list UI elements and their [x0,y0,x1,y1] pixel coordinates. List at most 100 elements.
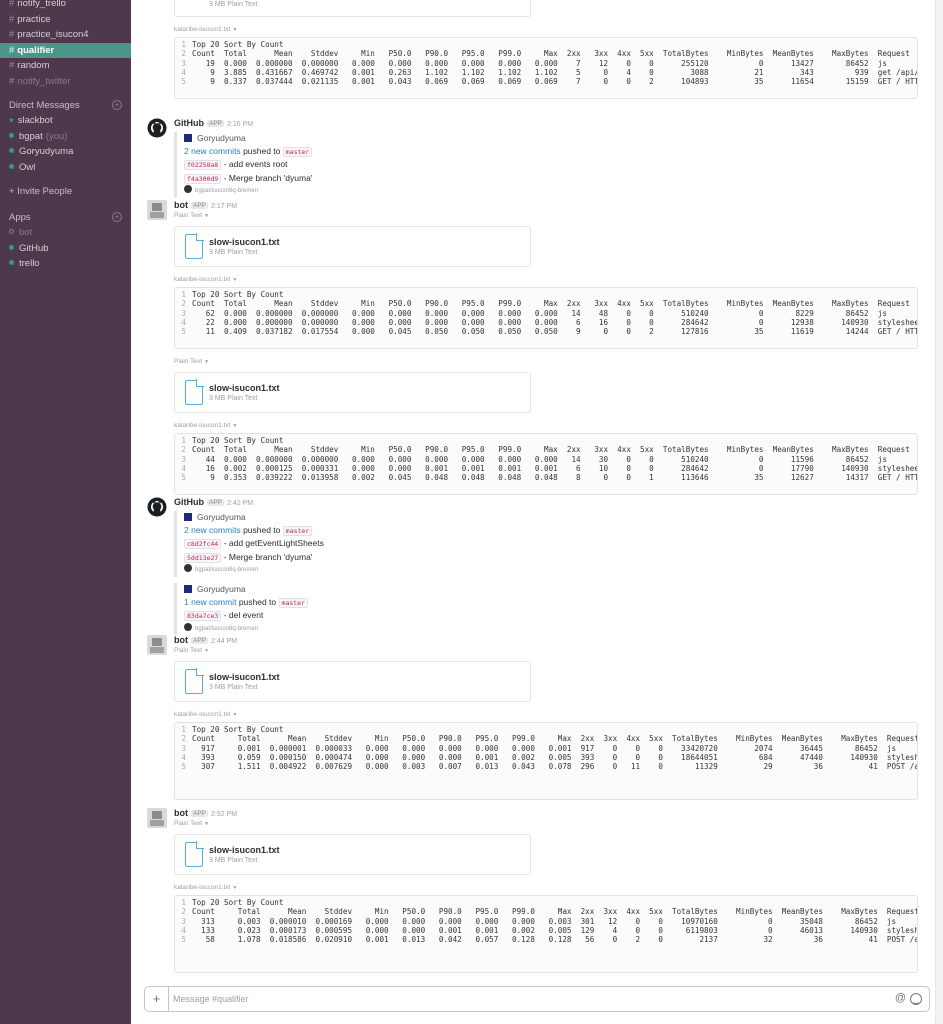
code-snippet[interactable]: 1 Top 20 Sort By Count 2 Count Total Mean … [174,37,918,99]
heart-icon: ♥ [9,116,14,125]
channel-item[interactable]: # notify_twitter [0,74,131,90]
direct-messages-header: Direct Messages + [0,97,131,113]
message-input[interactable] [173,991,873,1007]
timestamp[interactable]: 2:17 PM [211,203,237,210]
app-badge: APP [191,810,209,817]
commits-link[interactable]: 2 new commits [184,146,241,156]
code-snippet[interactable]: 1 Top 20 Sort By Count 2 Count Total Mean … [174,433,918,495]
document-icon [185,841,204,867]
bot-avatar[interactable] [147,635,167,655]
commit-attachment: Goryudyuma 1 new commit pushed to master… [174,582,921,636]
bot-avatar[interactable] [147,200,167,220]
file-attachment[interactable]: slow-isucon1.txt 3 MB Plain Text [174,226,531,267]
file-attachment[interactable]: slow-isucon1.txt 3 MB Plain Text [174,661,531,702]
github-octocat-icon [147,118,167,138]
add-dm-icon[interactable]: + [112,100,122,110]
app-item[interactable]: trello [0,256,131,272]
channel-name: notify_trello [17,0,66,9]
snippet-meta[interactable]: kataribe-isucon1.txt ▼ [174,710,921,720]
channel-item[interactable]: # practice [0,12,131,28]
channel-item[interactable]: # qualifier [0,42,131,58]
commit-sha[interactable]: c8d2fc44 [184,539,222,550]
message-header: bot APP 2:52 PM [174,808,921,819]
file-attachment[interactable]: 3 MB Plain Text [174,0,531,17]
bot-avatar[interactable] [147,808,167,828]
app-badge: APP [191,637,209,644]
app-badge: APP [191,202,209,209]
code-snippet[interactable]: 1 Top 20 Sort By Count 2 Count Total Mean … [174,722,918,800]
app-item[interactable]: GitHub [0,241,131,257]
github-icon [184,185,192,194]
file-type-meta[interactable]: Plain Text ▼ [174,646,921,656]
github-octocat-icon [147,497,167,517]
channel-list: # notify_trello # practice # practice_isuco… [0,0,131,89]
app-item[interactable]: bot [0,225,131,241]
dm-item[interactable]: ♥ slackbot [0,113,131,129]
sender-name[interactable]: bot [174,808,188,818]
repo-name[interactable]: bgpat/isucon8q-bremen [195,567,258,573]
sender-name[interactable]: GitHub [174,118,204,128]
mention-icon[interactable]: @ [895,992,906,1004]
repo-icon [184,134,192,142]
dm-name: slackbot [17,115,53,126]
commit-attachment: Goryudyuma 2 new commits pushed to maste… [174,511,921,577]
github-avatar[interactable] [147,497,167,517]
repo-name[interactable]: bgpat/isucon8q-bremen [195,188,258,194]
snippet-meta[interactable]: kataribe-isucon1.txt ▼ [174,883,921,893]
commit-message: - del event [223,610,264,621]
file-type-meta[interactable]: Plain Text ▼ [174,211,921,221]
emoji-icon[interactable] [910,993,922,1005]
commits-link[interactable]: 2 new commits [184,525,241,535]
invite-people-link[interactable]: + Invite People [0,184,131,199]
pushed-to-label: pushed to [243,524,281,535]
snippet-meta[interactable]: kataribe-isucon1.txt ▼ [174,275,921,285]
timestamp[interactable]: 2:44 PM [211,638,237,645]
channel-item[interactable]: # practice_isucon4 [0,27,131,43]
commit-sha[interactable]: f02258a8 [184,160,222,171]
code-snippet[interactable]: 1 Top 20 Sort By Count 2 Count Total Mean … [174,287,918,349]
attach-plus-icon[interactable]: + [145,987,169,1011]
dm-item[interactable]: bgpat (you) [0,129,131,145]
sender-name[interactable]: bot [174,200,188,210]
add-app-icon[interactable]: + [112,212,122,222]
timestamp[interactable]: 2:52 PM [211,811,237,818]
scrollbar[interactable] [935,0,943,1024]
file-attachment[interactable]: slow-isucon1.txt 3 MB Plain Text [174,834,531,875]
commit-sha[interactable]: 5dd13e27 [184,552,222,563]
commit-sha[interactable]: 83da7ce3 [184,611,222,622]
file-name: slow-isucon1.txt [209,672,280,682]
direct-messages-title[interactable]: Direct Messages [9,100,80,111]
message-header: GitHub APP 2:16 PM [174,118,921,129]
channel-name: random [17,60,50,71]
code-snippet[interactable]: 1 Top 20 Sort By Count 2 Count Total Mean … [174,895,918,973]
file-attachment[interactable]: slow-isucon1.txt 3 MB Plain Text [174,372,531,413]
timestamp[interactable]: 2:42 PM [227,500,253,507]
github-icon [184,564,192,573]
commits-link[interactable]: 1 new commit [184,597,236,607]
channel-item[interactable]: # notify_trello [0,0,131,12]
message-header: bot APP 2:44 PM [174,635,921,646]
apps-title[interactable]: Apps [9,212,31,223]
snippet-meta[interactable]: kataribe-isucon1.txt ▼ [174,25,921,35]
message-list: 3 MB Plain Text kataribe-isucon1.txt ▼ 1T… [131,0,935,1024]
dm-item[interactable]: Goryudyuma [0,144,131,160]
github-avatar[interactable] [147,118,167,138]
branch-name: master [282,525,313,536]
file-size: 3 MB Plain Text [209,857,258,864]
commit-sha[interactable]: f4a300d9 [184,173,222,184]
pushed-to-label: pushed to [243,145,281,156]
app-badge: APP [207,499,225,506]
sender-name[interactable]: GitHub [174,497,204,507]
snippet-meta[interactable]: kataribe-isucon1.txt ▼ [174,421,921,431]
file-type-meta[interactable]: Plain Text ▼ [174,819,921,829]
file-type-meta[interactable]: Plain Text ▼ [174,357,921,367]
channel-item[interactable]: # random [0,58,131,74]
pushed-to-label: pushed to [238,596,277,607]
repo-name[interactable]: bgpat/isucon8q-bremen [195,626,258,632]
snippet-text: 1 Top 20 Sort By Count 2 Count Total Mean … [181,436,917,483]
document-icon [185,233,204,259]
sender-name[interactable]: bot [174,635,188,645]
dm-item[interactable]: Owl [0,160,131,176]
timestamp[interactable]: 2:16 PM [227,121,253,128]
file-name: slow-isucon1.txt [209,845,280,855]
